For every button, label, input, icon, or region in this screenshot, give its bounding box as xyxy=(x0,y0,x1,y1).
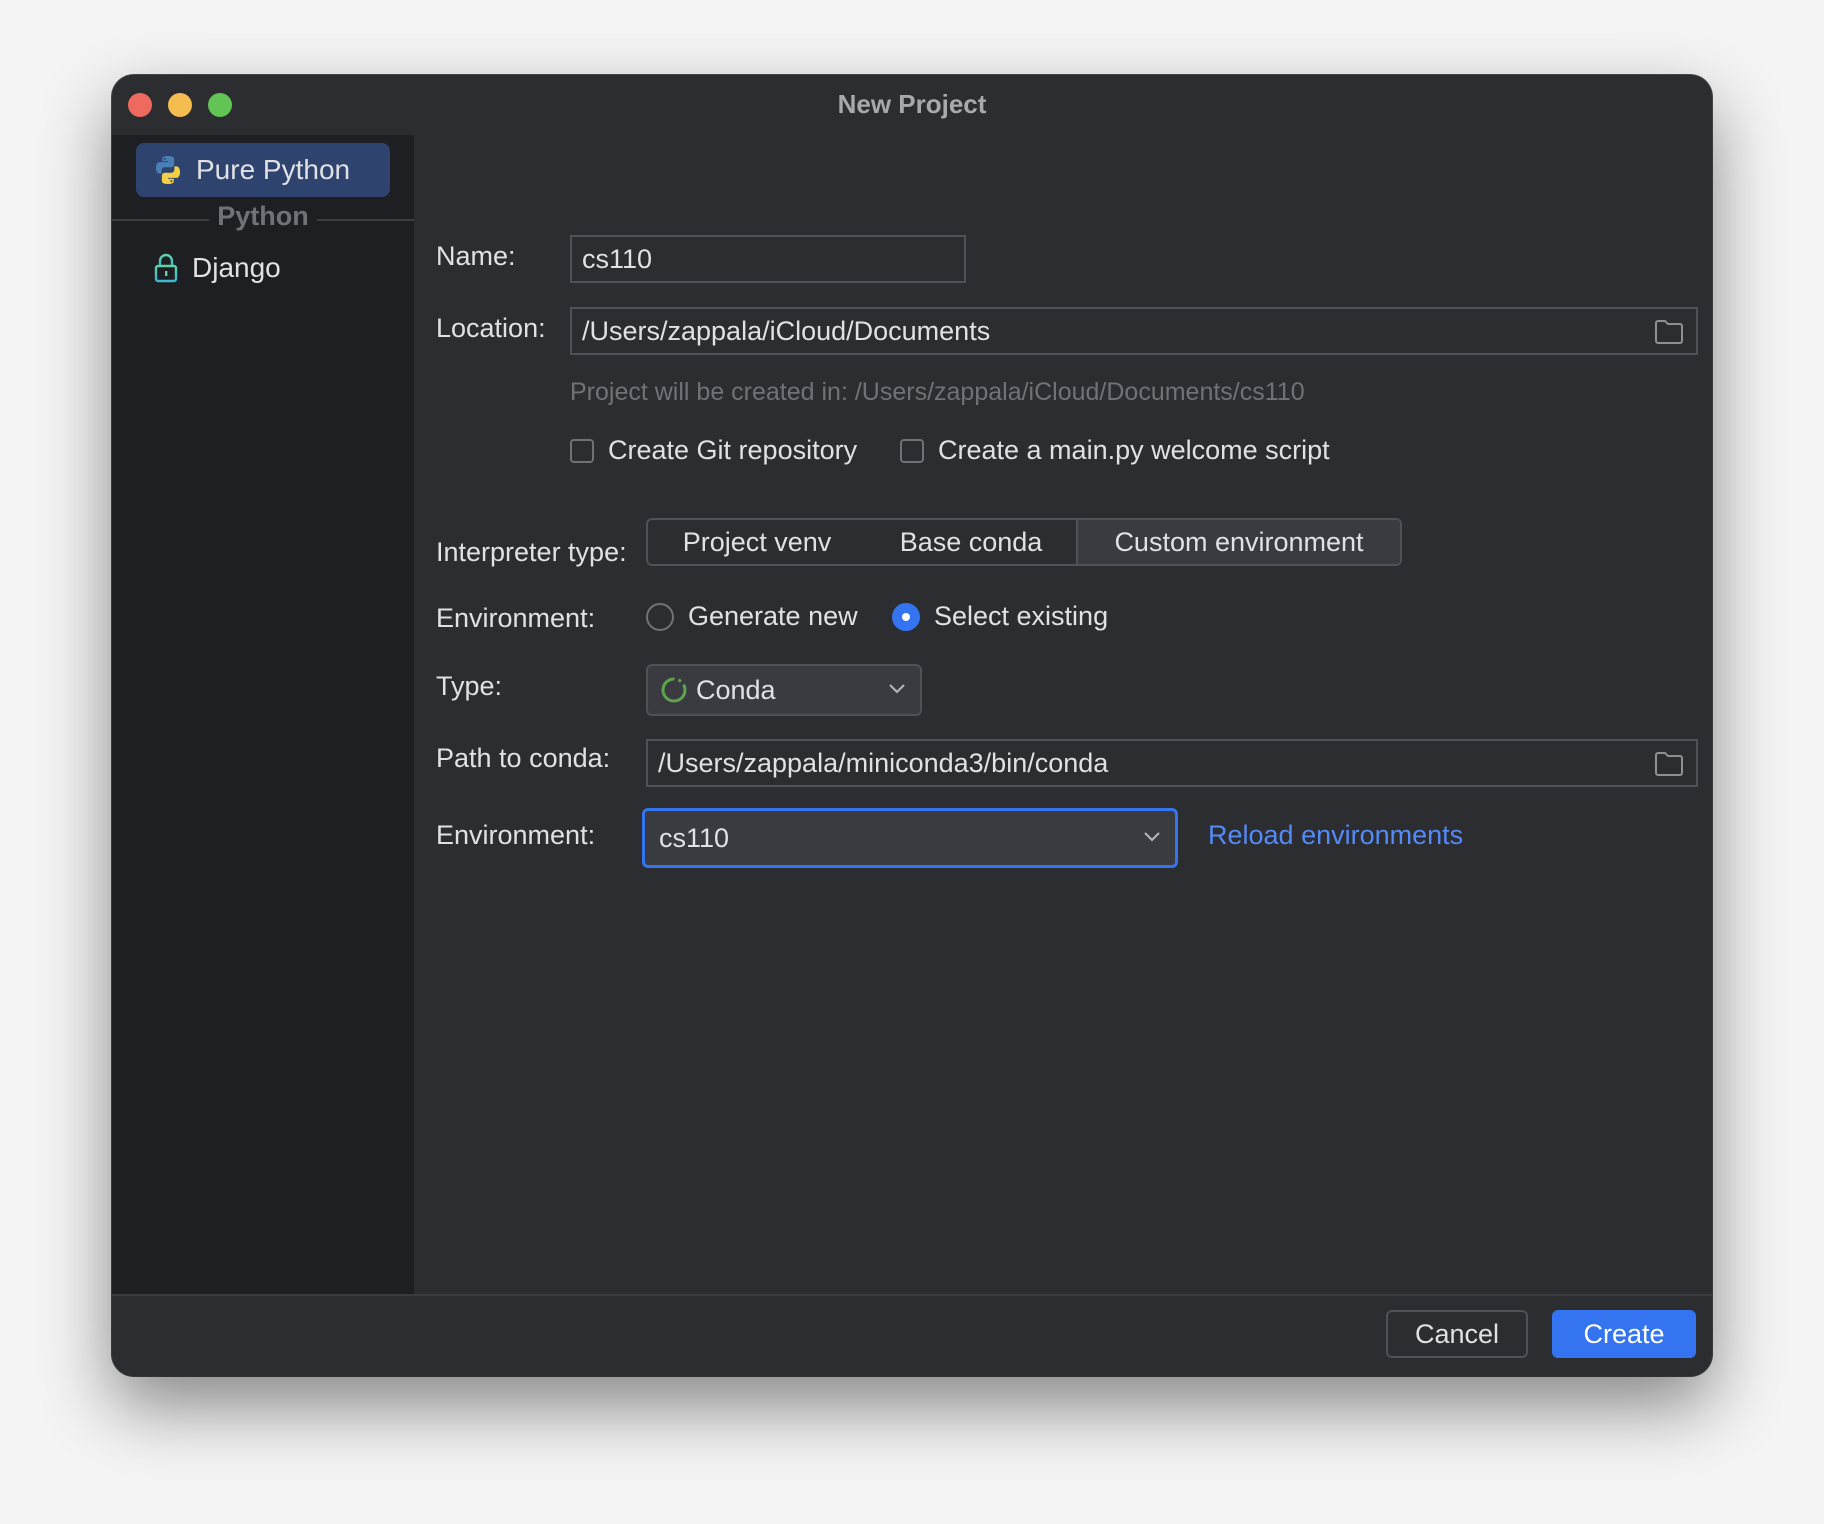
project-path-hint: Project will be created in: /Users/zappa… xyxy=(570,378,1305,406)
window-title: New Project xyxy=(837,89,987,119)
path-to-conda-label: Path to conda: xyxy=(436,743,611,773)
radio-circle-selected[interactable] xyxy=(892,602,920,631)
folder-icon[interactable] xyxy=(1654,319,1684,345)
path-to-conda-value: /Users/zappala/miniconda3/bin/conda xyxy=(658,747,1109,778)
radio-label: Select existing xyxy=(934,601,1109,631)
type-dropdown[interactable]: Conda xyxy=(646,664,922,716)
name-input[interactable]: cs110 xyxy=(570,235,966,283)
create-button[interactable]: Create xyxy=(1552,1310,1696,1358)
name-value: cs110 xyxy=(582,243,653,274)
create-main-script-checkbox[interactable]: Create a main.py welcome script xyxy=(900,435,1330,466)
new-project-dialog: New Project Pure Python Python Django Na… xyxy=(112,75,1712,1376)
type-value: Conda xyxy=(696,674,776,705)
python-icon xyxy=(156,156,180,184)
sidebar-item-label: Django xyxy=(192,252,281,283)
interpreter-type-segmented-control: Project venv Base conda Custom environme… xyxy=(646,518,1402,566)
environment-label: Environment: xyxy=(436,820,596,850)
cancel-button[interactable]: Cancel xyxy=(1386,1310,1528,1358)
conda-icon xyxy=(661,677,687,703)
sidebar-group-header: Python xyxy=(112,201,414,237)
chevron-down-icon xyxy=(1144,832,1160,842)
interpreter-option-project-venv[interactable]: Project venv xyxy=(648,520,866,564)
sidebar-item-django[interactable]: Django xyxy=(136,243,281,293)
checkbox-label: Create a main.py welcome script xyxy=(938,435,1330,465)
environment-dropdown[interactable]: cs110 xyxy=(642,808,1178,868)
project-settings-form: Name: cs110 Location: /Users/zappala/iCl… xyxy=(414,135,1712,1294)
location-value: /Users/zappala/iCloud/Documents xyxy=(582,315,991,346)
type-label: Type: xyxy=(436,671,503,701)
lock-icon xyxy=(154,253,178,283)
radio-circle[interactable] xyxy=(646,602,674,631)
select-existing-radio[interactable]: Select existing xyxy=(892,601,1108,632)
name-label: Name: xyxy=(436,241,516,271)
chevron-down-icon xyxy=(889,684,905,694)
checkbox-box[interactable] xyxy=(570,438,594,463)
environment-mode-label: Environment: xyxy=(436,603,596,633)
project-type-sidebar: Pure Python Python Django xyxy=(112,135,414,1294)
title-bar: New Project xyxy=(112,75,1712,135)
sidebar-item-label: Pure Python xyxy=(196,154,351,185)
environment-value: cs110 xyxy=(659,822,730,853)
location-label: Location: xyxy=(436,313,546,343)
interpreter-type-label: Interpreter type: xyxy=(436,537,627,567)
sidebar-item-pure-python[interactable]: Pure Python xyxy=(136,143,390,197)
path-to-conda-input[interactable]: /Users/zappala/miniconda3/bin/conda xyxy=(646,739,1698,787)
sidebar-group-label: Python xyxy=(209,201,317,231)
checkbox-label: Create Git repository xyxy=(608,435,858,465)
checkbox-box[interactable] xyxy=(900,438,924,463)
dialog-footer: Cancel Create xyxy=(112,1294,1712,1376)
create-git-checkbox[interactable]: Create Git repository xyxy=(570,435,857,466)
radio-label: Generate new xyxy=(688,601,858,631)
interpreter-option-custom-environment[interactable]: Custom environment xyxy=(1076,520,1400,564)
reload-environments-link[interactable]: Reload environments xyxy=(1208,820,1463,851)
location-input[interactable]: /Users/zappala/iCloud/Documents xyxy=(570,307,1698,355)
generate-new-radio[interactable]: Generate new xyxy=(646,601,858,632)
interpreter-option-base-conda[interactable]: Base conda xyxy=(866,520,1076,564)
folder-icon[interactable] xyxy=(1654,751,1684,777)
